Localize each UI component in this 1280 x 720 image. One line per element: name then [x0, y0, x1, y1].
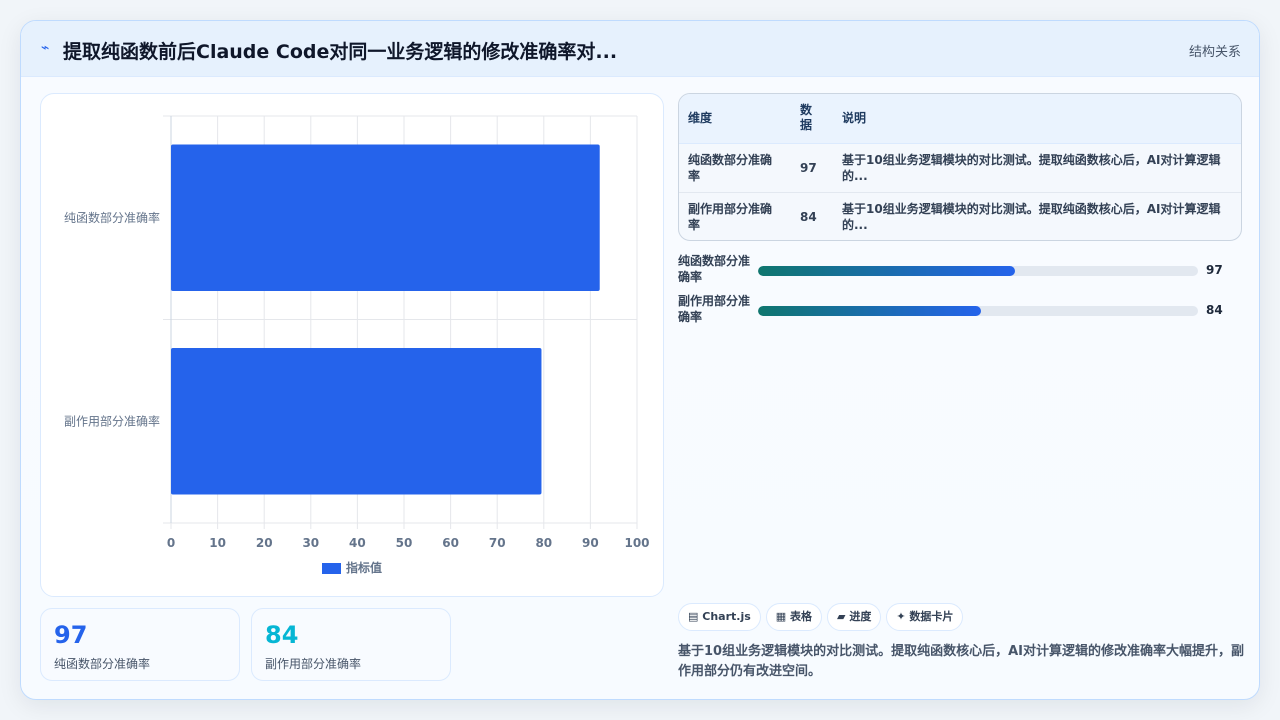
stat-label: 纯函数部分准确率: [54, 657, 151, 671]
chip-label: Chart.js: [702, 610, 751, 623]
progress-value: 84: [1206, 303, 1223, 317]
x-tick-label: 30: [302, 536, 319, 550]
progress-fill: [758, 266, 1016, 276]
main-card: ⌁ 提取纯函数前后Claude Code对同一业务逻辑的修改准确率对... 结构…: [20, 20, 1260, 700]
table-cell-description: 基于10组业务逻辑模块的对比测试。提取纯函数核心后，AI对计算逻辑的...: [842, 201, 1221, 232]
chip-label: 数据卡片: [909, 610, 954, 623]
header-tag: 结构关系: [1188, 45, 1241, 60]
table-cell-description: 基于10组业务逻辑模块的对比测试。提取纯函数核心后，AI对计算逻辑的...: [833, 143, 1241, 193]
stat-card-side-effect: 84 副作用部分准确率: [251, 608, 451, 681]
bar: [171, 144, 600, 292]
chip-label: 表格: [790, 610, 813, 623]
progress-value: 97: [1206, 263, 1223, 277]
table-header-row: 维度 数据 说明: [679, 94, 1241, 144]
table-cell-dimension: 纯函数部分准确率: [679, 143, 791, 193]
x-tick-label: 0: [167, 536, 175, 550]
stat-label: 副作用部分准确率: [265, 657, 362, 671]
progress-track: [758, 306, 1198, 316]
table-cell-value: 97: [791, 143, 833, 193]
legend-label: 指标值: [346, 560, 382, 575]
progress-label: 副作用部分准确率: [678, 294, 751, 324]
feature-chips: ▤ Chart.js ▦ 表格 ▰ 进度 ✦ 数据卡片: [678, 603, 968, 631]
progress-icon: ▰: [837, 610, 846, 623]
stat-value: 97: [54, 621, 88, 649]
chart-icon: ▤: [688, 610, 699, 623]
table-cell-value: 84: [800, 209, 817, 224]
bar: [171, 347, 542, 495]
chip-data-card[interactable]: ✦ 数据卡片: [886, 603, 964, 631]
chip-chartjs[interactable]: ▤ Chart.js: [678, 603, 761, 631]
table-icon: ▦: [775, 610, 787, 623]
data-table: 维度 数据 说明 纯函数部分准确率 97 基于10组业务逻辑模块的对比测试。提取…: [678, 93, 1242, 241]
x-tick-label: 70: [489, 536, 506, 550]
x-tick-label: 60: [442, 536, 459, 550]
x-tick-label: 90: [582, 536, 599, 550]
progress-row-side-effect: 副作用部分准确率 84: [678, 293, 1242, 327]
progress-row-pure: 纯函数部分准确率 97: [678, 253, 1242, 287]
table-cell-dimension: 副作用部分准确率: [688, 201, 773, 232]
column-header: 维度: [679, 94, 791, 144]
column-header: 数据: [791, 94, 833, 144]
chip-label: 进度: [849, 610, 872, 623]
y-category-label: 纯函数部分准确率: [64, 210, 160, 225]
page-title: 提取纯函数前后Claude Code对同一业务逻辑的修改准确率对...: [63, 41, 618, 63]
chart-panel: 0 10 20 30 40 50 60 70 80 90 100 纯函数部分准确率 副作用部分准确率指标…: [40, 93, 664, 597]
chip-table[interactable]: ▦ 表格: [765, 603, 823, 631]
stat-value: 84: [265, 621, 299, 649]
card-icon: ✦: [896, 610, 906, 623]
table-row: 纯函数部分准确率 97 基于10组业务逻辑模块的对比测试。提取纯函数核心后，AI…: [679, 143, 1241, 193]
progress-fill: [758, 306, 981, 316]
chip-progress[interactable]: ▰ 进度: [827, 603, 882, 631]
x-tick-label: 100: [624, 536, 649, 550]
legend-swatch: [322, 563, 341, 574]
column-header: 说明: [833, 94, 1241, 144]
sparkle-icon: ⌁: [41, 40, 50, 56]
summary-note: 基于10组业务逻辑模块的对比测试。提取纯函数核心后，AI对计算逻辑的修改准确率大…: [678, 644, 1244, 679]
x-tick-label: 20: [256, 536, 273, 550]
x-tick-label: 10: [209, 536, 226, 550]
x-tick-label: 40: [349, 536, 366, 550]
progress-label: 纯函数部分准确率: [678, 254, 751, 284]
header: ⌁ 提取纯函数前后Claude Code对同一业务逻辑的修改准确率对... 结构…: [21, 21, 1259, 77]
bar-chart: 0 10 20 30 40 50 60 70 80 90 100 纯函数部分准确率副作用部分准确率指标…: [64, 115, 650, 575]
stat-card-pure: 97 纯函数部分准确率: [40, 608, 240, 681]
x-tick-label: 50: [396, 536, 413, 550]
y-category-label: 副作用部分准确率: [64, 413, 160, 428]
progress-track: [758, 266, 1198, 276]
table-row: 副作用部分准确率 84 基于10组业务逻辑模块的对比测试。提取纯函数核心后，AI…: [679, 192, 1241, 240]
x-tick-label: 80: [535, 536, 552, 550]
